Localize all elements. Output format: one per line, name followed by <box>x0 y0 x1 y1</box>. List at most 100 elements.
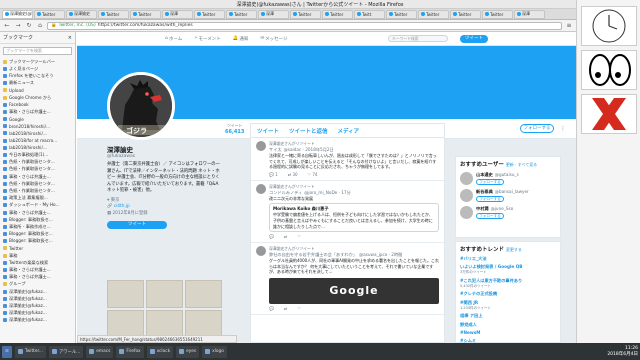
trend-item[interactable]: 相棒 ア田上 <box>460 313 556 319</box>
bookmark-item[interactable]: lab2018/hiroshi/... <box>3 130 72 137</box>
bookmark-item[interactable]: 色紙・作業取扱センタ... <box>3 187 72 194</box>
bookmark-item[interactable]: 色紙・作業取扱センタ... <box>3 159 72 166</box>
bookmark-item[interactable]: よく見るページ <box>3 65 72 72</box>
timeline-tab[interactable]: ツイートと返信 <box>289 127 328 135</box>
nav-notifications[interactable]: 🔔 通知 <box>233 36 249 42</box>
bookmark-item[interactable]: 事務・さらば弁護士... <box>3 108 72 115</box>
browser-tab[interactable]: 深澤諭史(@fuk <box>2 9 33 19</box>
bookmark-item[interactable]: 最新ニュース <box>3 80 72 87</box>
bookmark-item[interactable]: 深澤諭史(@fukaz... <box>3 288 72 295</box>
taskbar-item[interactable]: Firefox <box>116 345 144 358</box>
reply-button[interactable]: 💬 <box>269 306 274 311</box>
bookmark-item[interactable]: lab2018/for at macro... <box>3 137 72 144</box>
trend-item[interactable]: いよいよ検討発表 / Google QB 3万件のツイート <box>460 264 556 275</box>
bookmark-item[interactable]: 事務・さらば弁護士... <box>3 274 72 281</box>
bookmark-item[interactable]: Blogger: 事務取扱セ... <box>3 216 72 223</box>
suggested-user[interactable]: 新谷泰典 @bansai_lawyer フォローする <box>460 189 556 202</box>
taskbar-item[interactable]: xclock <box>146 345 174 358</box>
tweet-avatar[interactable] <box>256 141 266 151</box>
browser-tab[interactable]: 深澤諭史 <box>66 9 97 19</box>
bookmark-item[interactable]: Upload <box>3 87 72 94</box>
taskbar-item[interactable]: Twitter... <box>14 345 46 358</box>
bookmark-item[interactable]: 今日の事務処理(1)... <box>3 151 72 158</box>
browser-tab[interactable]: Twitter <box>418 9 449 19</box>
media-thumb[interactable] <box>185 280 222 308</box>
profile-tweet-button[interactable]: ツイート <box>107 221 167 229</box>
browser-tab[interactable]: Twitter <box>290 9 321 19</box>
media-thumb[interactable] <box>107 310 144 338</box>
bookmark-item[interactable]: グループ <box>3 281 72 288</box>
user-name[interactable]: 中村潤 @june_Sso <box>476 206 513 212</box>
trend-item[interactable]: #クレテの正式投稿 <box>460 291 556 297</box>
tweet[interactable]: 深澤諭史さんがリツイート コンドルみノディ @joro_mi_NoDe · 17分改… <box>251 181 444 244</box>
user-avatar[interactable] <box>460 206 473 219</box>
retweet-button[interactable]: ⇄ <box>284 234 287 239</box>
media-thumb[interactable] <box>146 310 183 338</box>
user-avatar[interactable] <box>460 189 473 202</box>
home-button[interactable]: ⌂ <box>36 22 44 30</box>
bookmark-item[interactable]: 事務・さらば弁護士... <box>3 173 72 180</box>
bookmark-item[interactable]: 深澤諭史(@fukaz... <box>3 302 72 309</box>
sidebar-close-button[interactable]: × <box>68 35 72 41</box>
taskbar-clock[interactable]: 11:26 2018年6月4日 <box>607 346 638 358</box>
bookmark-item[interactable]: Blogger: 事務取扱セ... <box>3 231 72 238</box>
xclock-window[interactable] <box>581 6 637 46</box>
menu-button[interactable]: ≡ <box>565 22 573 30</box>
bookmark-item[interactable]: Facebook <box>3 101 72 108</box>
bookmark-item[interactable]: Twitterの楽楽な検索 <box>3 259 72 266</box>
tweet-author[interactable]: コンドルみノディ <box>269 190 302 195</box>
media-thumb[interactable] <box>107 280 144 308</box>
browser-tab[interactable]: 深澤 <box>258 9 289 19</box>
profile-avatar[interactable]: ゴジラ <box>107 72 175 140</box>
bookmark-item[interactable]: Firefox を使いこなそう <box>3 72 72 79</box>
nav-messages[interactable]: ✉ メッセージ <box>260 36 287 42</box>
bookmark-item[interactable]: 深澤諭史(@fukaz... <box>3 295 72 302</box>
bookmark-item[interactable]: 色紙・作業取扱センタ... <box>3 180 72 187</box>
twitter-search-input[interactable]: キーワード検索 <box>388 35 448 42</box>
browser-tab[interactable]: Twitter <box>130 9 161 19</box>
browser-tab[interactable]: Twitter <box>322 9 353 19</box>
start-menu-button[interactable]: ☰ <box>2 345 12 358</box>
browser-tab[interactable]: Twitter <box>482 9 513 19</box>
nav-home[interactable]: ⌂ ホーム <box>165 36 182 42</box>
bookmark-item[interactable]: 事務所 - 事務作成セ... <box>3 223 72 230</box>
tweet-author[interactable]: サイ太 <box>269 147 282 152</box>
reply-button[interactable]: 💬 1 <box>269 172 278 177</box>
like-button[interactable]: ♡ <box>297 306 301 311</box>
timeline-tab[interactable]: メディア <box>338 127 360 135</box>
follow-user-button[interactable]: フォローする <box>476 179 504 185</box>
bookmark-item[interactable]: bron2018/hiroshi/... <box>3 123 72 130</box>
bookmark-search-input[interactable]: ブックマークを検索 <box>3 47 72 55</box>
bookmark-item[interactable]: 事務・さらば弁護士... <box>3 209 72 216</box>
reload-button[interactable]: ↻ <box>25 22 33 30</box>
tweet-image[interactable]: Google <box>269 277 439 304</box>
like-button[interactable]: ♡ <box>297 234 301 239</box>
xeyes-window[interactable] <box>581 50 637 90</box>
retweet-button[interactable]: ⇄ <box>284 306 287 311</box>
bookmark-item[interactable]: 事務 <box>3 252 72 259</box>
bookmark-item[interactable]: ブックマークツールバー <box>3 58 72 65</box>
taskbar-item[interactable]: アワール... <box>48 345 84 358</box>
bookmark-item[interactable]: 政策上法 募集権限... <box>3 195 72 202</box>
bookmark-item[interactable]: Google <box>3 116 72 123</box>
more-options-icon[interactable]: ⋮ <box>560 125 566 132</box>
follow-user-button[interactable]: フォローする <box>476 213 504 219</box>
taskbar-item[interactable]: xlogo <box>202 345 227 358</box>
browser-tab[interactable]: Twitter <box>386 9 417 19</box>
back-button[interactable]: ← <box>3 22 11 30</box>
follow-user-button[interactable]: フォローする <box>476 196 504 202</box>
profile-stat[interactable]: ツイート 66,413 <box>225 123 244 135</box>
suggested-user[interactable]: 山本通史 @gutaisu_s フォローする <box>460 172 556 185</box>
quoted-tweet[interactable]: Morikawa Koiko 森川恵子 中学受験で偏差値を上げる人は、恒例を子ども… <box>269 203 439 233</box>
taskbar-item[interactable]: eyes <box>176 345 200 358</box>
bookmark-item[interactable]: Twitter <box>3 245 72 252</box>
browser-tab[interactable]: Twitt <box>354 9 385 19</box>
nav-moments[interactable]: ⚡ モーメント <box>194 36 221 42</box>
timeline-tab[interactable]: ツイート <box>257 127 279 135</box>
taskbar-item[interactable]: emacs <box>86 345 114 358</box>
tweet-avatar[interactable] <box>256 246 266 257</box>
media-thumb[interactable] <box>185 310 222 338</box>
trend-item[interactable]: 野党成人 <box>460 322 556 328</box>
tweet-author[interactable]: 弊社の自由を守る若手弁護士の会「あすわか」 <box>269 252 357 257</box>
browser-tab[interactable]: 深澤 <box>162 9 193 19</box>
